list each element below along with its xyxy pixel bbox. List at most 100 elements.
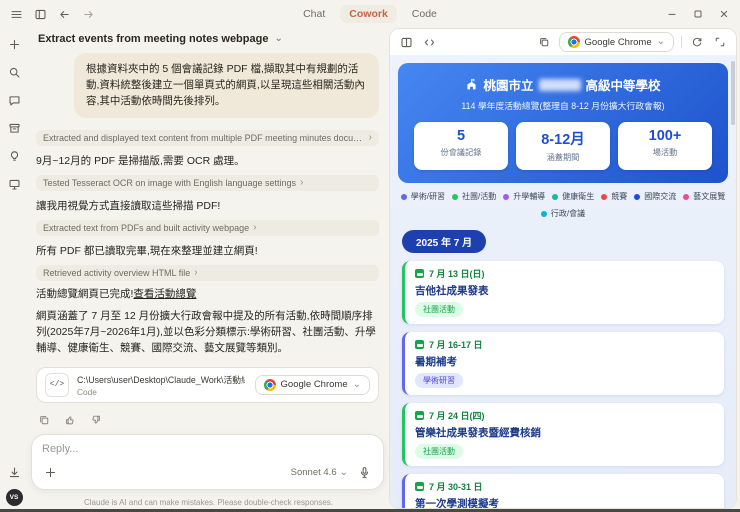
tab-cowork[interactable]: Cowork (340, 5, 397, 23)
user-avatar[interactable]: VS (5, 489, 23, 506)
thumbs-up-button[interactable] (62, 412, 78, 428)
reply-composer[interactable]: Reply... Sonnet 4.6 ⌄ (31, 434, 384, 490)
projects-button[interactable] (6, 120, 23, 137)
assistant-text: 活動總覽網頁已完成!查看活動總覽 (36, 286, 379, 301)
sidebar-toggle-button[interactable] (32, 6, 49, 23)
expand-button[interactable] (712, 34, 728, 50)
event-title: 吉他社成果發表 (415, 285, 489, 297)
assistant-text: 讓我用視覺方式直接讀取這些掃描 PDF! (36, 200, 221, 213)
tool-call-row[interactable]: Retrieved activity overview HTML file › (36, 265, 379, 282)
copy-message-button[interactable] (36, 412, 52, 428)
tool-call-label: Retrieved activity overview HTML file (43, 268, 191, 279)
legend-item: 健康衛生 (552, 191, 594, 202)
tab-code[interactable]: Code (403, 5, 446, 23)
legend-item: 社團/活動 (452, 191, 496, 202)
event-date-text: 7 月 13 日(日) (429, 269, 485, 279)
preview-scrollbar[interactable] (731, 61, 735, 125)
legend-label: 社團/活動 (462, 192, 497, 201)
month-row: 2025 年 7 月 (390, 221, 736, 253)
file-card[interactable]: </> C:\Users\user\Desktop\Claude_Work\活動… (36, 366, 379, 403)
webpage-preview[interactable]: 桃園市立 高級中等學校 114 學年度活動總覽(整理自 8-12 月份擴大行政會… (390, 55, 736, 508)
events-list: 7 月 13 日(日) 吉他社成果發表 社團活動 7 月 16-17 日暑期補考 學術研… (390, 253, 736, 508)
assistant-summary: 網頁涵蓋了 7 月至 12 月份擴大行政會報中提及的所有活動,依時間順序排列(2… (36, 310, 376, 354)
reply-input[interactable]: Reply... (42, 443, 373, 455)
chevron-down-icon: ⌄ (274, 33, 283, 44)
stat-value: 8-12月 (541, 132, 585, 148)
legend-dot-icon (452, 193, 458, 200)
legend-label: 學術/研習 (410, 192, 445, 201)
task-header[interactable]: Extract events from meeting notes webpag… (28, 28, 389, 50)
stat-value: 5 (456, 128, 466, 144)
open-with-chrome-button[interactable]: Google Chrome ⌄ (254, 374, 370, 395)
view-overview-link[interactable]: 查看活動總覽 (133, 288, 196, 300)
tab-chat[interactable]: Chat (294, 5, 334, 23)
page-hero: 桃園市立 高級中等學校 114 學年度活動總覽(整理自 8-12 月份擴大行政會… (398, 63, 728, 183)
stat-value: 100+ (648, 128, 682, 144)
refresh-button[interactable] (689, 34, 705, 50)
thumbs-down-button[interactable] (88, 412, 104, 428)
legend-label: 行政/會議 (550, 209, 586, 218)
assistant-text: 所有 PDF 都已讀取完畢,現在來整理並建立網頁! (36, 245, 258, 258)
add-attachment-button[interactable] (42, 464, 59, 481)
downloads-button[interactable] (6, 464, 23, 481)
event-category-tag: 社團活動 (415, 444, 463, 459)
back-button[interactable] (56, 6, 73, 23)
chevron-down-icon: ⌄ (656, 36, 665, 47)
app-window: Chat Cowork Code VS Extract events from … (0, 0, 740, 512)
legend-dot-icon (540, 210, 547, 217)
browser-label: Google Chrome (584, 36, 652, 48)
copy-button[interactable] (536, 34, 552, 50)
legend-item: 學術/研習 (400, 191, 445, 202)
chrome-icon (567, 36, 580, 48)
maximize-button[interactable] (690, 6, 706, 22)
stat-label: 場活動 (652, 148, 678, 157)
topbar: Chat Cowork Code (0, 0, 740, 28)
model-selector[interactable]: Sonnet 4.6 ⌄ (291, 467, 348, 478)
chats-button[interactable] (6, 92, 23, 109)
legend-label: 競賽 (611, 192, 628, 201)
close-button[interactable] (716, 6, 732, 22)
event-card[interactable]: 7 月 13 日(日) 吉他社成果發表 社團活動 (402, 261, 724, 324)
legend-dot-icon (634, 193, 641, 200)
legend-item: 升學輔導 (503, 191, 545, 202)
user-message: 根據資料夾中的 5 個會議記錄 PDF 檔,擷取其中有規劃的活動,資料統整後建立… (74, 53, 379, 119)
redacted-school-name (538, 78, 581, 91)
model-label: Sonnet 4.6 (290, 467, 337, 478)
tool-call-row[interactable]: Extracted and displayed text content fro… (36, 130, 379, 147)
search-button[interactable] (6, 64, 23, 81)
tool-call-row[interactable]: Tested Tesseract OCR on image with Engli… (36, 175, 379, 192)
mic-button[interactable] (356, 464, 373, 481)
chat-scroll-area[interactable]: 根據資料夾中的 5 個會議記錄 PDF 檔,擷取其中有規劃的活動,資料統整後建立… (36, 53, 379, 436)
event-category-tag: 社團活動 (415, 302, 463, 317)
calendar-icon (415, 411, 424, 420)
new-chat-button[interactable] (6, 36, 23, 53)
open-with-label: Google Chrome (280, 379, 348, 390)
event-date: 7 月 24 日(四) (415, 409, 714, 422)
stat-label: 涵蓋期間 (546, 153, 580, 162)
preview-panel: Google Chrome ⌄ 桃園市立 高級中等學校 114 學年度活動總覽(… (389, 28, 737, 509)
month-header: 2025 年 7 月 (402, 230, 487, 253)
event-date: 7 月 13 日(日) (415, 267, 714, 280)
code-mode-button[interactable] (421, 34, 438, 51)
minimize-button[interactable] (664, 6, 680, 22)
left-rail (0, 28, 28, 512)
mode-tabs: Chat Cowork Code (294, 0, 446, 28)
stat-card: 5 份會議記錄 (414, 122, 508, 170)
event-card[interactable]: 7 月 24 日(四) 管樂社成果發表暨經費核銷 社團活動 (402, 403, 724, 466)
menu-button[interactable] (8, 6, 25, 23)
tool-call-row[interactable]: Extracted text from PDFs and built activ… (36, 220, 379, 237)
ideas-button[interactable] (6, 148, 23, 165)
tool-call-label: Tested Tesseract OCR on image with Engli… (43, 178, 296, 189)
event-title: 管樂社成果發表暨經費核銷 (415, 427, 541, 439)
chevron-right-icon: › (253, 222, 257, 234)
completion-text: 活動總覽網頁已完成! (36, 288, 134, 301)
file-type-label: Code (77, 386, 97, 397)
desktop-button[interactable] (6, 176, 23, 193)
event-title: 暑期補考 (415, 356, 457, 368)
preview-mode-button[interactable] (398, 34, 415, 51)
event-card[interactable]: 7 月 16-17 日暑期補考 學術研習 (402, 332, 724, 395)
browser-select[interactable]: Google Chrome ⌄ (558, 32, 674, 52)
event-card[interactable]: 7 月 30-31 日第一次學測模擬考 (402, 474, 724, 508)
forward-button[interactable] (80, 6, 97, 23)
calendar-icon (415, 269, 424, 278)
